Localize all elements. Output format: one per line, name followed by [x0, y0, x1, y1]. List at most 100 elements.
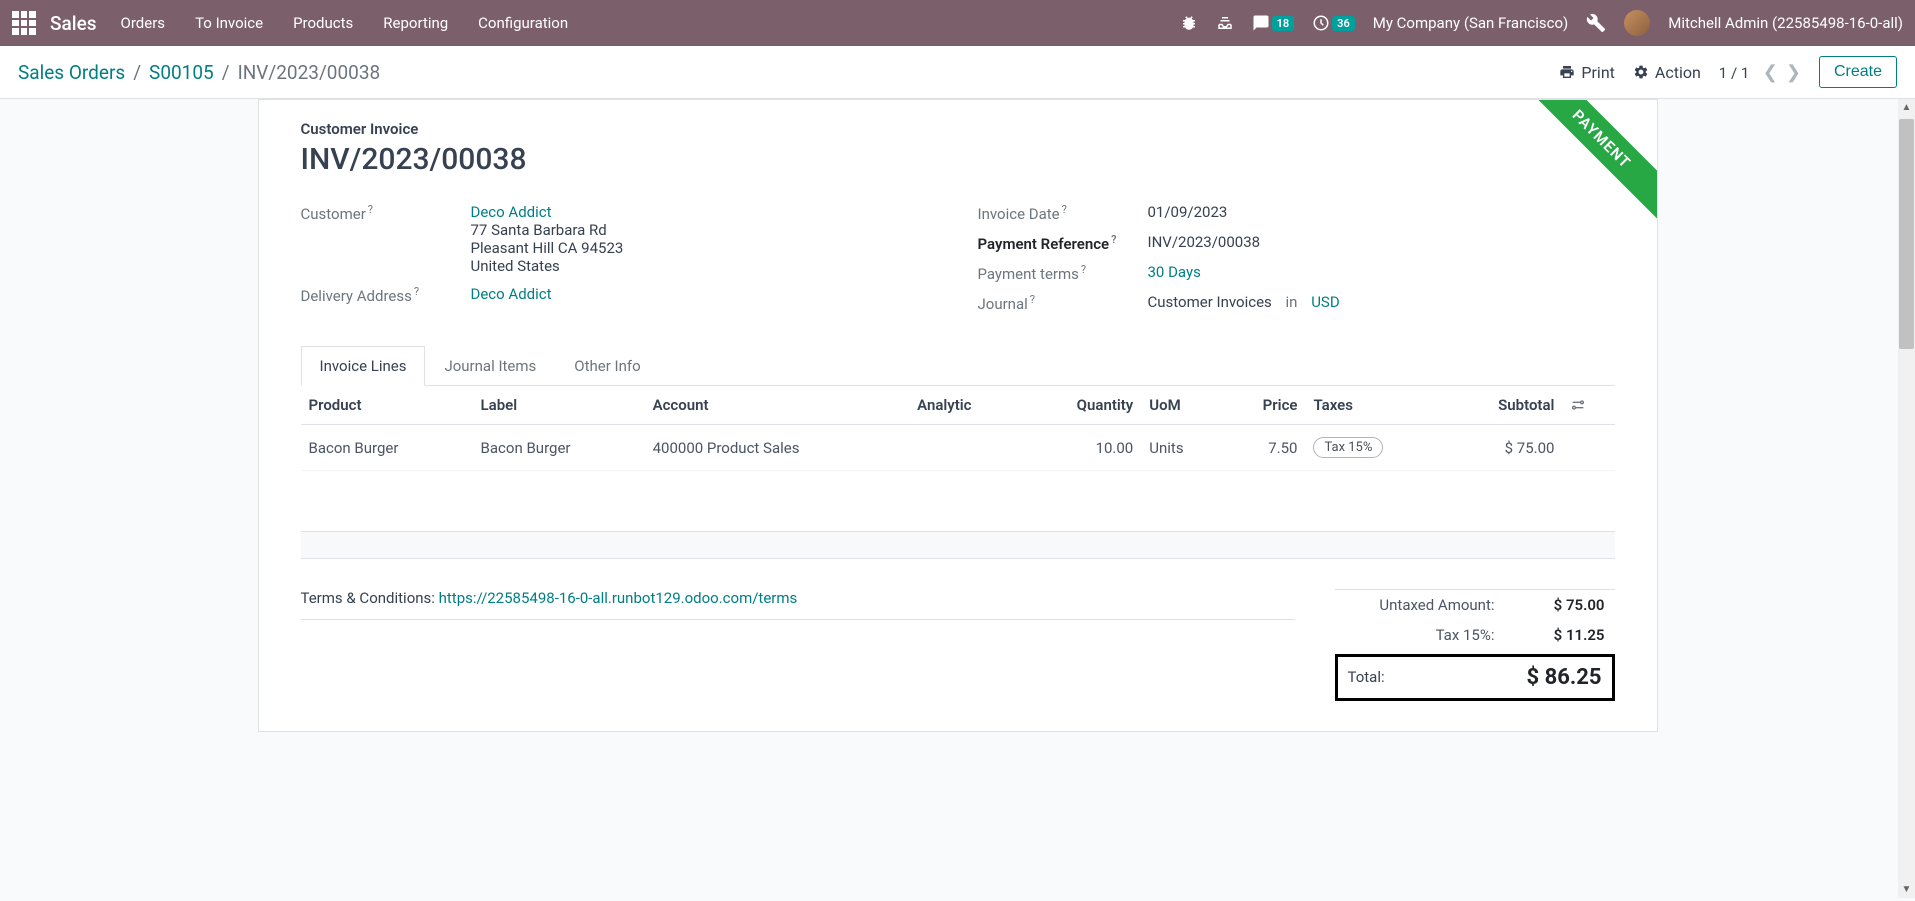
- breadcrumb-order[interactable]: S00105: [149, 61, 214, 84]
- print-label: Print: [1581, 63, 1614, 82]
- pager-next-icon[interactable]: ❯: [1786, 62, 1801, 83]
- customer-label: Customer?: [301, 201, 471, 223]
- cell-quantity: 10.00: [1023, 425, 1141, 471]
- th-subtotal[interactable]: Subtotal: [1445, 386, 1562, 425]
- cell-price: 7.50: [1223, 425, 1306, 471]
- messages-icon[interactable]: 18: [1252, 14, 1295, 32]
- breadcrumb-current: INV/2023/00038: [238, 61, 381, 84]
- nav-orders[interactable]: Orders: [121, 14, 166, 32]
- tab-journal-items[interactable]: Journal Items: [425, 346, 555, 386]
- cell-label: Bacon Burger: [473, 425, 645, 471]
- avatar[interactable]: [1624, 10, 1650, 36]
- columns-options-icon[interactable]: [1570, 397, 1606, 413]
- th-taxes[interactable]: Taxes: [1305, 386, 1445, 425]
- activity-icon[interactable]: 36: [1312, 14, 1355, 32]
- th-price[interactable]: Price: [1223, 386, 1306, 425]
- cell-product: Bacon Burger: [301, 425, 473, 471]
- tax-chip: Tax 15%: [1313, 437, 1383, 458]
- journal-value: Customer Invoices in USD: [1148, 291, 1340, 311]
- activity-badge: 36: [1332, 16, 1355, 31]
- pager-prev-icon[interactable]: ❮: [1763, 62, 1778, 83]
- journal-label: Journal?: [978, 291, 1148, 313]
- th-label[interactable]: Label: [473, 386, 645, 425]
- scroll-thumb[interactable]: [1899, 119, 1914, 349]
- terms-conditions: Terms & Conditions: https://22585498-16-…: [301, 589, 1295, 620]
- customer-addr2: Pleasant Hill CA 94523: [471, 239, 624, 257]
- tax-line-label: Tax 15%:: [1345, 626, 1515, 644]
- control-panel: Sales Orders / S00105 / INV/2023/00038 P…: [0, 46, 1915, 99]
- invoice-date-value: 01/09/2023: [1148, 201, 1228, 221]
- bug-icon[interactable]: [1180, 14, 1198, 32]
- total-value: $ 86.25: [1527, 665, 1602, 690]
- terms-label: Terms & Conditions:: [301, 589, 439, 607]
- tab-invoice-lines[interactable]: Invoice Lines: [301, 346, 426, 386]
- create-button[interactable]: Create: [1819, 56, 1897, 88]
- totals-section: Untaxed Amount: $ 75.00 Tax 15%: $ 11.25…: [1335, 589, 1615, 701]
- terms-link[interactable]: https://22585498-16-0-all.runbot129.odoo…: [439, 589, 798, 607]
- total-box: Total: $ 86.25: [1335, 654, 1615, 701]
- cell-account: 400000 Product Sales: [645, 425, 910, 471]
- cell-taxes: Tax 15%: [1305, 425, 1445, 471]
- scrollbar[interactable]: ▲ ▼: [1898, 99, 1915, 898]
- print-icon: [1559, 64, 1575, 80]
- print-button[interactable]: Print: [1559, 63, 1614, 82]
- th-analytic[interactable]: Analytic: [909, 386, 1023, 425]
- invoice-title: INV/2023/00038: [301, 142, 1615, 177]
- invoice-date-label: Invoice Date?: [978, 201, 1148, 223]
- customer-addr1: 77 Santa Barbara Rd: [471, 221, 624, 239]
- content-area: PAYMENT Customer Invoice INV/2023/00038 …: [0, 99, 1915, 898]
- breadcrumb-sep: /: [133, 61, 141, 84]
- action-label: Action: [1655, 63, 1701, 82]
- apps-icon[interactable]: [12, 11, 36, 35]
- tab-other-info[interactable]: Other Info: [555, 346, 659, 386]
- tray-icon[interactable]: [1216, 14, 1234, 32]
- currency-link[interactable]: USD: [1311, 293, 1339, 311]
- invoice-lines-table: Product Label Account Analytic Quantity …: [301, 386, 1615, 531]
- company-switcher[interactable]: My Company (San Francisco): [1373, 14, 1568, 32]
- customer-value: Deco Addict 77 Santa Barbara Rd Pleasant…: [471, 201, 624, 275]
- nav-reporting[interactable]: Reporting: [383, 14, 448, 32]
- app-name[interactable]: Sales: [50, 12, 97, 35]
- breadcrumb: Sales Orders / S00105 / INV/2023/00038: [18, 61, 380, 84]
- nav-menu: Orders To Invoice Products Reporting Con…: [121, 14, 569, 32]
- delivery-label: Delivery Address?: [301, 283, 471, 305]
- tax-line-value: $ 11.25: [1515, 626, 1605, 644]
- nav-products[interactable]: Products: [293, 14, 353, 32]
- payment-terms-label: Payment terms?: [978, 261, 1148, 283]
- form-sheet: PAYMENT Customer Invoice INV/2023/00038 …: [258, 99, 1658, 732]
- nav-configuration[interactable]: Configuration: [478, 14, 568, 32]
- invoice-subtitle: Customer Invoice: [301, 120, 1615, 138]
- topbar: Sales Orders To Invoice Products Reporti…: [0, 0, 1915, 46]
- untaxed-value: $ 75.00: [1515, 596, 1605, 614]
- th-account[interactable]: Account: [645, 386, 910, 425]
- payment-ref-value: INV/2023/00038: [1148, 231, 1261, 251]
- untaxed-label: Untaxed Amount:: [1345, 596, 1515, 614]
- scroll-up-icon[interactable]: ▲: [1899, 99, 1915, 116]
- cell-subtotal: $ 75.00: [1445, 425, 1562, 471]
- tools-icon[interactable]: [1586, 13, 1606, 33]
- breadcrumb-root[interactable]: Sales Orders: [18, 61, 125, 84]
- messages-badge: 18: [1272, 16, 1295, 31]
- form-left: Customer? Deco Addict 77 Santa Barbara R…: [301, 201, 938, 321]
- th-uom[interactable]: UoM: [1141, 386, 1223, 425]
- pager[interactable]: 1 / 1: [1719, 64, 1750, 82]
- breadcrumb-sep: /: [222, 61, 230, 84]
- th-product[interactable]: Product: [301, 386, 473, 425]
- gear-icon: [1633, 64, 1649, 80]
- table-footer-band: [301, 531, 1615, 559]
- cell-analytic: [909, 425, 1023, 471]
- tab-bar: Invoice Lines Journal Items Other Info: [301, 345, 1615, 386]
- nav-to-invoice[interactable]: To Invoice: [195, 14, 263, 32]
- scroll-down-icon[interactable]: ▼: [1899, 881, 1915, 898]
- payment-terms-link[interactable]: 30 Days: [1148, 263, 1201, 281]
- cell-uom: Units: [1141, 425, 1223, 471]
- th-quantity[interactable]: Quantity: [1023, 386, 1141, 425]
- table-row[interactable]: Bacon Burger Bacon Burger 400000 Product…: [301, 425, 1615, 471]
- action-button[interactable]: Action: [1633, 63, 1701, 82]
- customer-addr3: United States: [471, 257, 624, 275]
- form-right: Invoice Date? 01/09/2023 Payment Referen…: [978, 201, 1615, 321]
- customer-link[interactable]: Deco Addict: [471, 203, 552, 221]
- user-menu[interactable]: Mitchell Admin (22585498-16-0-all): [1668, 14, 1903, 32]
- total-label: Total:: [1348, 668, 1385, 686]
- delivery-link[interactable]: Deco Addict: [471, 285, 552, 303]
